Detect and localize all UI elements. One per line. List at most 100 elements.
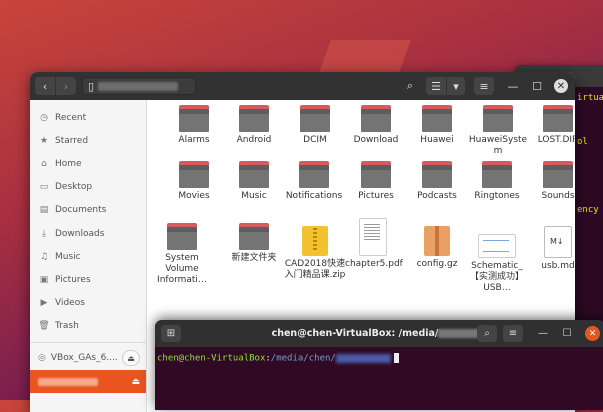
terminal-minimize-button[interactable]: — — [533, 325, 553, 342]
file-name: Download — [353, 135, 399, 145]
maximize-button[interactable]: ☐ — [530, 77, 544, 95]
path-bar[interactable]: ▯ — [82, 77, 196, 95]
desktop-icon: ▭ — [39, 182, 49, 193]
file-item[interactable]: config.gz — [406, 226, 468, 270]
file-item[interactable]: Android — [223, 105, 285, 146]
view-options-button[interactable]: ▾ — [447, 77, 465, 95]
eject-icon: ⏏ — [127, 353, 135, 363]
file-name: usb.md — [541, 261, 575, 271]
search-button[interactable]: ⌕ — [400, 77, 420, 95]
file-name: 新建文件夹 — [231, 253, 277, 263]
minimize-icon: — — [538, 328, 548, 339]
sidebar-item-downloads[interactable]: ⤓ Downloads — [30, 222, 146, 245]
home-icon: ⌂ — [41, 158, 47, 169]
sidebar-item-documents[interactable]: ▤ Documents — [30, 199, 146, 222]
terminal-close-button[interactable]: ✕ — [585, 326, 600, 341]
maximize-icon: ☐ — [562, 328, 572, 339]
eject-icon: ⏏ — [131, 376, 140, 387]
folder-icon — [483, 105, 513, 132]
sidebar-item-music[interactable]: ♫ Music — [30, 245, 146, 268]
file-item[interactable]: Podcasts — [406, 161, 468, 202]
file-item[interactable]: Download — [345, 105, 407, 146]
file-name: Sounds — [541, 191, 575, 201]
menu-button[interactable]: ≡ — [474, 77, 494, 95]
new-tab-icon: ⊞ — [166, 328, 176, 339]
file-item[interactable]: LOST.DIR — [527, 105, 575, 146]
file-item[interactable]: DCIM — [284, 105, 346, 146]
eject-button[interactable]: ⏏ — [122, 350, 140, 367]
sidebar-item-label: Desktop — [55, 182, 93, 193]
prompt-user: chen@chen-VirtualBox — [157, 353, 266, 364]
sidebar-item-pictures[interactable]: ▣ Pictures — [30, 268, 146, 291]
hamburger-icon: ≡ — [508, 328, 518, 339]
view-toggle-button[interactable]: ☰ — [426, 77, 446, 95]
folder-icon — [543, 161, 573, 188]
sidebar-item-label: Starred — [55, 135, 89, 146]
close-button[interactable]: ✕ — [554, 79, 568, 93]
terminal-window[interactable]: ⊞ chen@chen-VirtualBox: /media/ ⌕ ≡ — ☐ … — [155, 320, 603, 410]
file-item[interactable]: HuaweiSystem — [466, 105, 530, 157]
file-name: Music — [241, 191, 267, 201]
file-item[interactable]: System Volume Informati… — [148, 223, 216, 286]
file-name: LOST.DIR — [537, 135, 575, 145]
folder-icon — [300, 105, 330, 132]
folder-icon — [239, 223, 269, 250]
file-item[interactable]: Pictures — [345, 161, 407, 202]
sidebar-item-videos[interactable]: ▶ Videos — [30, 292, 146, 315]
maximize-icon: ☐ — [532, 79, 542, 93]
sidebar-device-active[interactable]: ⏏ — [30, 370, 146, 394]
file-item[interactable]: Schematic_【实测成功】USB… — [466, 226, 528, 294]
terminal-search-button[interactable]: ⌕ — [477, 325, 497, 342]
sidebar-item-home[interactable]: ⌂ Home — [30, 152, 146, 175]
file-item[interactable]: chapter5.pdf — [345, 218, 403, 270]
close-icon: ✕ — [588, 328, 597, 339]
file-name: CAD2018快速入门精品课.zip — [284, 259, 346, 280]
file-item[interactable]: Music — [223, 161, 285, 202]
sidebar-item-label: Videos — [55, 298, 85, 309]
bg-terminal-line: irtua — [577, 93, 603, 103]
search-icon: ⌕ — [484, 328, 490, 339]
terminal-maximize-button[interactable]: ☐ — [557, 325, 577, 342]
back-button[interactable]: ‹ — [35, 77, 55, 95]
file-name: HuaweiSystem — [468, 135, 528, 156]
new-tab-button[interactable]: ⊞ — [161, 325, 181, 342]
file-item[interactable]: Huawei — [406, 105, 468, 146]
file-item[interactable]: Ringtones — [466, 161, 528, 202]
sidebar-device-vbox[interactable]: ◎ VBox_GAs_6.... ⏏ — [30, 347, 146, 370]
sidebar-item-label: Music — [55, 251, 81, 262]
file-name: Movies — [178, 191, 210, 201]
file-manager-headerbar: ‹ › ▯ ⌕ ☰ ▾ ≡ — ☐ ✕ — [30, 72, 575, 100]
file-item[interactable]: Notifications — [280, 161, 348, 202]
file-item[interactable]: CAD2018快速入门精品课.zip — [284, 226, 346, 281]
file-name: Podcasts — [417, 191, 457, 201]
file-name: DCIM — [303, 135, 327, 145]
folder-icon — [179, 161, 209, 188]
redacted-path — [335, 353, 391, 363]
forward-button[interactable]: › — [56, 77, 76, 95]
file-name: Notifications — [285, 191, 343, 201]
folder-icon — [299, 161, 329, 188]
video-icon: ▶ — [40, 298, 48, 309]
sidebar-item-recent[interactable]: ◷ Recent — [30, 106, 146, 129]
file-item[interactable]: Movies — [163, 161, 225, 202]
pdf-file-icon — [359, 218, 387, 256]
folder-icon — [179, 105, 209, 132]
sidebar-item-desktop[interactable]: ▭ Desktop — [30, 176, 146, 199]
file-item[interactable]: 新建文件夹 — [223, 223, 285, 264]
search-icon: ⌕ — [406, 79, 414, 92]
terminal-body[interactable]: chen@chen-VirtualBox:/media/chen/ — [155, 347, 603, 370]
sidebar-item-label: VBox_GAs_6.... — [50, 353, 118, 364]
eject-button[interactable]: ⏏ — [131, 377, 140, 387]
sidebar-item-starred[interactable]: ★ Starred — [30, 129, 146, 152]
file-item[interactable]: Alarms — [163, 105, 225, 146]
file-item[interactable]: Sounds — [527, 161, 575, 202]
terminal-menu-button[interactable]: ≡ — [503, 325, 523, 342]
device-icon: ▯ — [88, 79, 95, 93]
folder-icon — [543, 105, 573, 132]
redacted-device-name — [38, 377, 98, 386]
star-icon: ★ — [39, 135, 49, 146]
sidebar-item-trash[interactable]: 🗑 Trash — [30, 315, 146, 338]
minimize-button[interactable]: — — [506, 77, 520, 95]
file-name: Android — [236, 135, 272, 145]
file-item[interactable]: usb.md — [527, 226, 575, 272]
